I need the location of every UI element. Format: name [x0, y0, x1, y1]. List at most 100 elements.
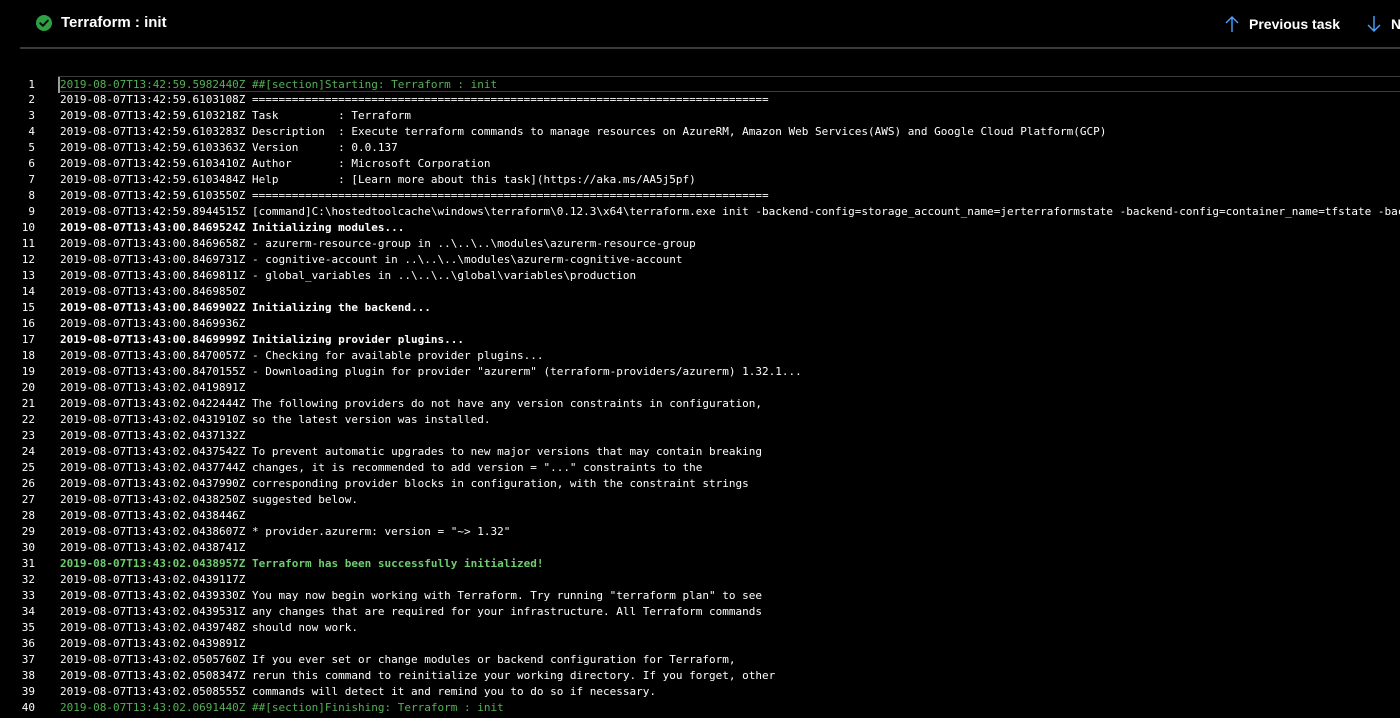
log-line: 29 2019-08-07T13:43:02.0438607Z * provide… — [0, 524, 1400, 540]
log-line: 34 2019-08-07T13:43:02.0439531Z any chang… — [0, 604, 1400, 620]
log-line: 37 2019-08-07T13:43:02.0505760Z If you ev… — [0, 652, 1400, 668]
log-line: 23 2019-08-07T13:43:02.0437132Z — [0, 428, 1400, 444]
line-number: 29 — [21, 525, 35, 538]
log-line: 8 2019-08-07T13:42:59.6103550Z ==========… — [0, 188, 1400, 204]
log-line: 11 2019-08-07T13:43:00.8469658Z - azurerm… — [0, 236, 1400, 252]
log-line: 36 2019-08-07T13:43:02.0439891Z — [0, 636, 1400, 652]
previous-task-button[interactable]: Previous task — [1224, 12, 1340, 36]
log-line: 20 2019-08-07T13:43:02.0419891Z — [0, 380, 1400, 396]
log-line: 4 2019-08-07T13:42:59.6103283Z Descriptio… — [0, 124, 1400, 140]
log-line: 28 2019-08-07T13:43:02.0438446Z — [0, 508, 1400, 524]
log-line: 18 2019-08-07T13:43:00.8470057Z - Checkin… — [0, 348, 1400, 364]
line-text: 2019-08-07T13:43:02.0438446Z — [60, 509, 246, 522]
line-number: 32 — [21, 573, 35, 586]
line-text: 2019-08-07T13:42:59.8944515Z [command]C:… — [60, 205, 1400, 218]
line-text: 2019-08-07T13:42:59.6103550Z ===========… — [60, 189, 769, 202]
line-number: 5 — [28, 141, 35, 154]
log-line: 15 2019-08-07T13:43:00.8469902Z Initializ… — [0, 300, 1400, 316]
line-text: 2019-08-07T13:43:00.8469658Z - azurerm-r… — [60, 237, 696, 250]
log-line: 14 2019-08-07T13:43:00.8469850Z — [0, 284, 1400, 300]
arrow-down-icon — [1367, 16, 1381, 32]
line-text: 2019-08-07T13:43:02.0437744Z changes, it… — [60, 461, 703, 474]
log-line: 5 2019-08-07T13:42:59.6103363Z Version : … — [0, 140, 1400, 156]
log-line: 10 2019-08-07T13:43:00.8469524Z Initializ… — [0, 220, 1400, 236]
line-text: 2019-08-07T13:43:02.0439531Z any changes… — [60, 605, 762, 618]
log-line: 39 2019-08-07T13:43:02.0508555Z commands … — [0, 684, 1400, 700]
line-number: 27 — [21, 493, 35, 506]
line-text: 2019-08-07T13:42:59.6103218Z Task : Terr… — [60, 109, 411, 122]
log-line: 35 2019-08-07T13:43:02.0439748Z should no… — [0, 620, 1400, 636]
log-line: 3 2019-08-07T13:42:59.6103218Z Task : Ter… — [0, 108, 1400, 124]
line-text: 2019-08-07T13:43:02.0438957Z Terraform h… — [60, 557, 544, 570]
log-line: 13 2019-08-07T13:43:00.8469811Z - global_… — [0, 268, 1400, 284]
log-line: 24 2019-08-07T13:43:02.0437542Z To preven… — [0, 444, 1400, 460]
line-text: 2019-08-07T13:43:00.8469811Z - global_va… — [60, 269, 637, 282]
line-text: 2019-08-07T13:42:59.5982440Z ##[section]… — [58, 77, 498, 93]
log-line: 27 2019-08-07T13:43:02.0438250Z suggested… — [0, 492, 1400, 508]
line-text: 2019-08-07T13:43:02.0437132Z — [60, 429, 246, 442]
log-line: 1 2019-08-07T13:42:59.5982440Z ##[section… — [28, 76, 1400, 93]
line-number: 1 — [28, 78, 35, 91]
line-number: 13 — [21, 269, 35, 282]
line-number: 20 — [21, 381, 35, 394]
line-text: 2019-08-07T13:43:02.0419891Z — [60, 381, 246, 394]
line-number: 23 — [21, 429, 35, 442]
arrow-up-icon — [1225, 16, 1239, 32]
log-line: 22 2019-08-07T13:43:02.0431910Z so the la… — [0, 412, 1400, 428]
log-line: 19 2019-08-07T13:43:00.8470155Z - Downloa… — [0, 364, 1400, 380]
line-text: 2019-08-07T13:43:00.8469850Z — [60, 285, 246, 298]
line-text: 2019-08-07T13:43:02.0508347Z rerun this … — [60, 669, 776, 682]
line-number: 18 — [21, 349, 35, 362]
task-header: Terraform : init Previous task N — [0, 0, 1400, 48]
line-text: 2019-08-07T13:42:59.6103283Z Description… — [60, 125, 1107, 138]
line-number: 26 — [21, 477, 35, 490]
log-line: 7 2019-08-07T13:42:59.6103484Z Help : [Le… — [0, 172, 1400, 188]
line-number: 35 — [21, 621, 35, 634]
log-line: 12 2019-08-07T13:43:00.8469731Z - cogniti… — [0, 252, 1400, 268]
success-check-icon — [36, 15, 52, 31]
line-number: 22 — [21, 413, 35, 426]
log-line: 30 2019-08-07T13:43:02.0438741Z — [0, 540, 1400, 556]
task-title: Terraform : init — [61, 14, 167, 31]
line-number: 30 — [21, 541, 35, 554]
line-number: 39 — [21, 685, 35, 698]
line-text: 2019-08-07T13:42:59.6103363Z Version : 0… — [60, 141, 398, 154]
line-number: 36 — [21, 637, 35, 650]
line-number: 24 — [21, 445, 35, 458]
line-text: 2019-08-07T13:43:02.0505760Z If you ever… — [60, 653, 736, 666]
log-line: 9 2019-08-07T13:42:59.8944515Z [command]C… — [0, 204, 1400, 220]
line-number: 7 — [28, 173, 35, 186]
line-text: 2019-08-07T13:43:02.0439748Z should now … — [60, 621, 359, 634]
line-text: 2019-08-07T13:43:00.8469999Z Initializin… — [60, 333, 464, 346]
log-line: 2 2019-08-07T13:42:59.6103108Z ==========… — [0, 92, 1400, 108]
log-line: 21 2019-08-07T13:43:02.0422444Z The follo… — [0, 396, 1400, 412]
line-text: 2019-08-07T13:43:00.8469731Z - cognitive… — [60, 253, 683, 266]
line-text: 2019-08-07T13:43:00.8469524Z Initializin… — [60, 221, 405, 234]
log-output[interactable]: 1 2019-08-07T13:42:59.5982440Z ##[section… — [0, 76, 1400, 718]
line-number: 8 — [28, 189, 35, 202]
line-text: 2019-08-07T13:43:00.8470057Z - Checking … — [60, 349, 544, 362]
line-number: 10 — [21, 221, 35, 234]
line-text: 2019-08-07T13:42:59.6103410Z Author : Mi… — [60, 157, 491, 170]
line-number: 16 — [21, 317, 35, 330]
line-number: 6 — [28, 157, 35, 170]
log-line: 25 2019-08-07T13:43:02.0437744Z changes, … — [0, 460, 1400, 476]
line-number: 25 — [21, 461, 35, 474]
next-task-button[interactable]: N — [1366, 12, 1400, 36]
line-text: 2019-08-07T13:43:02.0439891Z — [60, 637, 246, 650]
line-number: 38 — [21, 669, 35, 682]
line-number: 17 — [21, 333, 35, 346]
line-text: 2019-08-07T13:43:02.0437542Z To prevent … — [60, 445, 762, 458]
line-number: 37 — [21, 653, 35, 666]
line-text: 2019-08-07T13:43:02.0437990Z correspondi… — [60, 477, 749, 490]
line-text: 2019-08-07T13:43:02.0438607Z * provider.… — [60, 525, 511, 538]
previous-task-label: Previous task — [1249, 16, 1341, 32]
line-text: 2019-08-07T13:43:02.0438741Z — [60, 541, 246, 554]
line-number: 34 — [21, 605, 35, 618]
line-number: 33 — [21, 589, 35, 602]
line-text: 2019-08-07T13:43:02.0439117Z — [60, 573, 246, 586]
line-text: 2019-08-07T13:43:02.0438250Z suggested b… — [60, 493, 359, 506]
line-number: 21 — [21, 397, 35, 410]
log-line: 16 2019-08-07T13:43:00.8469936Z — [0, 316, 1400, 332]
log-line: 33 2019-08-07T13:43:02.0439330Z You may n… — [0, 588, 1400, 604]
